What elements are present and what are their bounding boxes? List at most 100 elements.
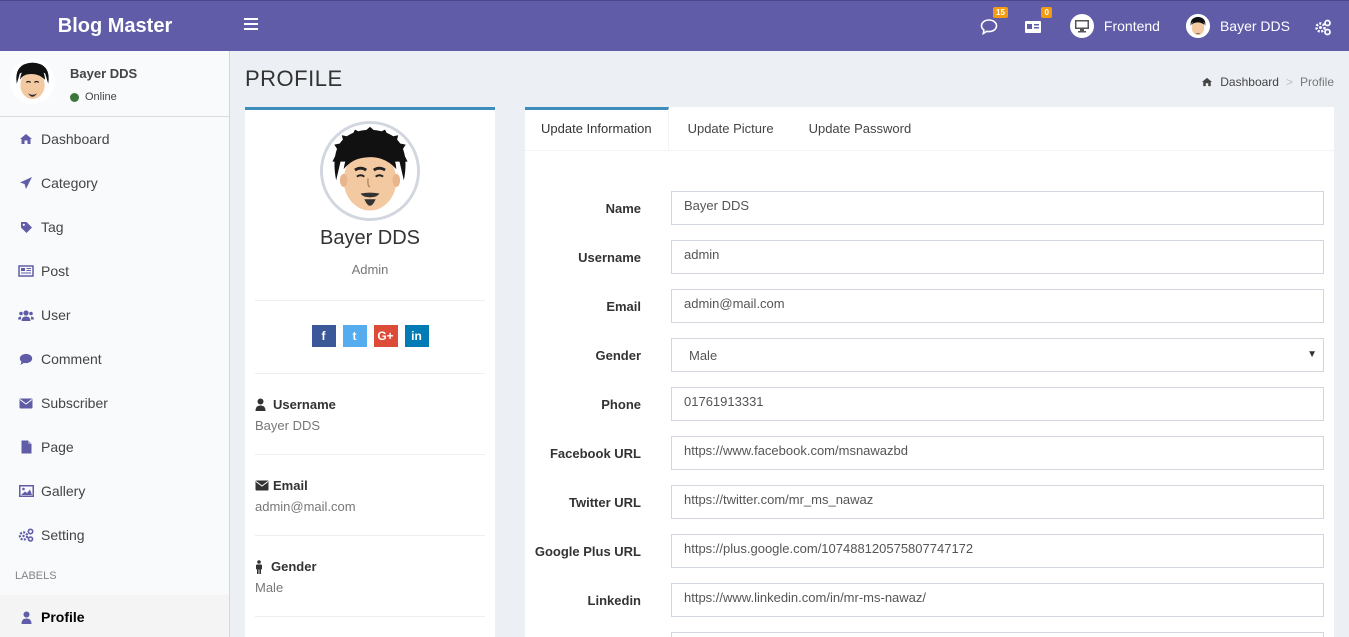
google-plus-url-field[interactable]: https://plus.google.com/1074881205758077… bbox=[671, 534, 1324, 568]
sidebar-item-page[interactable]: Page bbox=[0, 425, 229, 469]
comment-icon bbox=[18, 352, 34, 366]
desktop-icon bbox=[1069, 14, 1094, 38]
frontend-label: Frontend bbox=[1103, 18, 1160, 34]
gender-select[interactable]: Male ▼ bbox=[671, 338, 1324, 372]
form-row-twitter: Twitter URL https://twitter.com/mr_ms_na… bbox=[525, 485, 1334, 519]
sidebar-item-post[interactable]: Post bbox=[0, 249, 229, 293]
sidebar-item-label: Comment bbox=[41, 351, 102, 367]
google-plus-icon[interactable]: G+ bbox=[373, 325, 398, 347]
name-field[interactable]: Bayer DDS bbox=[671, 191, 1324, 225]
breadcrumb-home-link[interactable]: Dashboard bbox=[1220, 75, 1279, 89]
form-row-facebook: Facebook URL https://www.facebook.com/ms… bbox=[525, 436, 1334, 470]
form-row-name: Name Bayer DDS bbox=[525, 191, 1334, 225]
home-icon bbox=[18, 132, 34, 146]
online-dot-icon bbox=[70, 92, 79, 102]
avatar bbox=[1185, 14, 1210, 38]
envelope-icon bbox=[255, 480, 269, 491]
file-icon bbox=[18, 440, 34, 454]
phone-label: Phone bbox=[601, 397, 641, 412]
breadcrumb: Dashboard > Profile bbox=[1201, 75, 1334, 89]
facebook-url-field[interactable]: https://www.facebook.com/msnawazbd bbox=[671, 436, 1324, 470]
sidebar-item-category[interactable]: Category bbox=[0, 161, 229, 205]
linkedin-icon[interactable]: in bbox=[404, 325, 429, 347]
messages-badge: 15 bbox=[993, 7, 1008, 18]
id-card-icon bbox=[1024, 21, 1041, 33]
home-icon bbox=[1202, 77, 1213, 87]
sidebar-item-tag[interactable]: Tag bbox=[0, 205, 229, 249]
username-field[interactable]: admin bbox=[671, 240, 1324, 274]
sidebar-item-label: User bbox=[41, 307, 71, 323]
name-label: Name bbox=[605, 201, 641, 216]
sidebar-item-setting[interactable]: Setting bbox=[0, 513, 229, 557]
form-row-gender: Gender Male ▼ bbox=[525, 338, 1334, 372]
sidebar-item-label: Post bbox=[41, 263, 70, 279]
twitter-icon[interactable]: t bbox=[342, 325, 367, 347]
social-links: f t G+ in bbox=[245, 325, 495, 347]
sidebar-item-gallery[interactable]: Gallery bbox=[0, 469, 229, 513]
info-label: Email bbox=[273, 478, 308, 493]
tab-update-password[interactable]: Update Password bbox=[793, 107, 928, 150]
facebook-url-label: Facebook URL bbox=[549, 446, 641, 461]
sidebar-item-dashboard[interactable]: Dashboard bbox=[0, 117, 229, 161]
notifications-badge: 0 bbox=[1041, 7, 1052, 18]
sidebar-item-label: Subscriber bbox=[41, 395, 108, 411]
breadcrumb-separator: > bbox=[1285, 75, 1293, 89]
gears-icon bbox=[1315, 19, 1331, 36]
user-icon bbox=[255, 398, 267, 411]
form-row-phone: Phone 01761913331 bbox=[525, 387, 1334, 421]
sidebar-item-profile[interactable]: Profile bbox=[0, 595, 229, 637]
paper-plane-icon bbox=[18, 176, 34, 190]
brand-logo[interactable]: Blog Master bbox=[0, 1, 230, 51]
notifications-button[interactable]: 0 bbox=[1024, 7, 1052, 37]
user-menu[interactable]: Bayer DDS bbox=[1185, 14, 1290, 38]
comment-icon bbox=[980, 19, 998, 36]
male-icon bbox=[255, 559, 263, 574]
tab-update-picture[interactable]: Update Picture bbox=[672, 107, 790, 150]
settings-panel: Update Information Update Picture Update… bbox=[525, 107, 1334, 637]
linkedin-label: Linkedin bbox=[587, 593, 641, 608]
sidebar-avatar bbox=[10, 59, 55, 104]
twitter-url-field[interactable]: https://twitter.com/mr_ms_nawaz bbox=[671, 485, 1324, 519]
sidebar-labels-header: LABELS bbox=[15, 570, 57, 582]
chevron-down-icon: ▼ bbox=[1307, 349, 1317, 360]
user-icon bbox=[18, 610, 34, 624]
form-row-username: Username admin bbox=[525, 240, 1334, 274]
sidebar-item-comment[interactable]: Comment bbox=[0, 337, 229, 381]
gender-selected-value: Male bbox=[689, 347, 718, 363]
next-field[interactable] bbox=[671, 632, 1324, 637]
divider bbox=[255, 373, 485, 374]
email-field[interactable]: admin@mail.com bbox=[671, 289, 1324, 323]
envelope-icon bbox=[18, 396, 34, 410]
sidebar-item-label: Profile bbox=[41, 609, 85, 625]
info-value: Bayer DDS bbox=[255, 418, 321, 433]
image-icon bbox=[18, 484, 34, 498]
tab-bar: Update Information Update Picture Update… bbox=[525, 107, 1334, 151]
tab-update-information[interactable]: Update Information bbox=[525, 107, 669, 150]
status-text: Online bbox=[85, 91, 117, 103]
profile-name: Bayer DDS bbox=[319, 227, 421, 249]
google-plus-url-label: Google Plus URL bbox=[534, 544, 641, 559]
facebook-icon[interactable]: f bbox=[311, 325, 336, 347]
sidebar-item-user[interactable]: User bbox=[0, 293, 229, 337]
profile-role: Admin bbox=[351, 262, 389, 277]
frontend-link[interactable]: Frontend bbox=[1069, 14, 1160, 38]
divider bbox=[255, 535, 485, 536]
divider bbox=[255, 454, 485, 455]
username-label: Username bbox=[578, 250, 641, 265]
linkedin-field[interactable]: https://www.linkedin.com/in/mr-ms-nawaz/ bbox=[671, 583, 1324, 617]
form-row-linkedin: Linkedin https://www.linkedin.com/in/mr-… bbox=[525, 583, 1334, 617]
settings-button[interactable] bbox=[1314, 15, 1336, 37]
info-value: admin@mail.com bbox=[255, 499, 356, 514]
profile-avatar bbox=[320, 121, 420, 221]
sidebar-user-name: Bayer DDS bbox=[70, 66, 138, 81]
profile-info-username: Username Bayer DDS bbox=[255, 397, 336, 433]
phone-field[interactable]: 01761913331 bbox=[671, 387, 1324, 421]
info-value: Male bbox=[255, 580, 284, 595]
sidebar: Bayer DDS Online Dashboard Category Tag … bbox=[0, 51, 230, 637]
sidebar-toggle-icon[interactable] bbox=[244, 18, 258, 32]
divider bbox=[255, 616, 485, 617]
messages-button[interactable]: 15 bbox=[980, 7, 1008, 37]
form-row-next bbox=[525, 632, 1334, 637]
sidebar-item-subscriber[interactable]: Subscriber bbox=[0, 381, 229, 425]
info-label: Gender bbox=[271, 559, 317, 574]
